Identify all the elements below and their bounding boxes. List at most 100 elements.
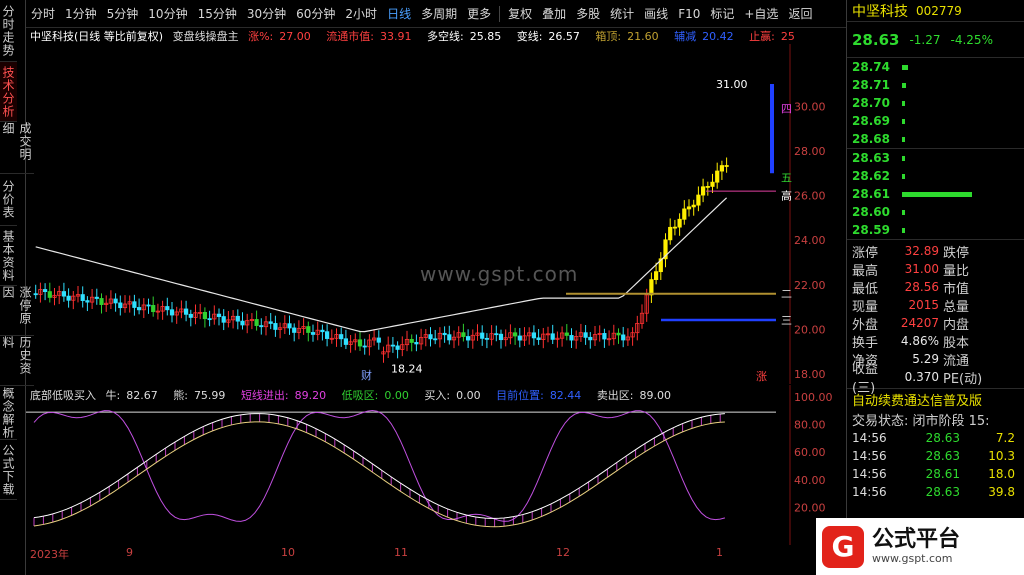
level-2-label: 二 [781, 288, 792, 301]
left-tab-7[interactable]: 概念解析 [0, 386, 17, 440]
candle-body [414, 342, 419, 345]
candle-body [480, 332, 485, 339]
candle-body [494, 333, 499, 336]
high-label: 高 [781, 189, 792, 203]
toolbar-separator [499, 5, 501, 22]
stat-value: 24207 [900, 316, 939, 330]
period-6[interactable]: 60分钟 [291, 5, 340, 22]
action-0[interactable]: 复权 [503, 5, 537, 22]
toolbar: 分时 1分钟 5分钟 10分钟 15分钟 30分钟 60分钟 2小时 日线 多周期 更多 复权 叠加 多股… [26, 0, 846, 28]
candle-body [42, 289, 48, 292]
candle-body [569, 335, 574, 341]
date-axis: 2023年 9 10 11 12 1 [26, 546, 816, 561]
stat-value: 5.29 [912, 352, 939, 366]
stock-name: 中坚科技 [852, 3, 908, 20]
left-tab-bar: 分时走势 技术分析 成交明细 分价表 基本资料 涨停原因 历史资料 概念解析 公式下载 [0, 0, 34, 575]
stat-key2: PE(动) [943, 371, 983, 387]
quote-panel: 中坚科技 002779 28.63 -1.27 -4.25% 28.74 28.7… [846, 0, 1024, 575]
formula-name[interactable]: 变盘线操盘主 [173, 30, 239, 43]
watermark: www.gspt.com [420, 262, 579, 286]
action-4[interactable]: 画线 [639, 5, 673, 22]
period-10[interactable]: 更多 [462, 5, 496, 22]
tick-row: 14:56 28.63 7.2 [847, 429, 1024, 447]
xd-label: 箱顶: [595, 30, 622, 43]
action-3[interactable]: 统计 [605, 5, 639, 22]
period-3[interactable]: 10分钟 [143, 5, 192, 22]
zy-value: 25 [780, 30, 795, 43]
candle-body [273, 323, 278, 330]
left-tab-4[interactable]: 基本资料 [0, 226, 17, 286]
main-candlestick-chart[interactable]: 30.00 28.00 26.00 24.00 22.00 20.00 18.00 31.00… [26, 44, 846, 384]
bids-price: 28.60 [852, 205, 890, 219]
tick-p: 28.61 [925, 467, 960, 481]
indicator-chart[interactable]: 100.00 80.00 60.00 40.00 20.00 [26, 385, 846, 545]
candle-body [602, 333, 607, 340]
bids-price: 28.62 [852, 169, 890, 183]
wave-5-label: 五 [781, 172, 792, 185]
quote-price-row: 28.63 -1.27 -4.25% [847, 22, 1024, 58]
stat-row: 外盘 24207 内盘 [847, 314, 1024, 333]
period-0[interactable]: 分时 [26, 5, 60, 22]
ad-banner[interactable]: 自动续费通达信普及版 [847, 389, 1024, 409]
date-label-1: 9 [126, 546, 133, 559]
bids-volume-bar [902, 227, 905, 233]
bids-row: 28.63 [847, 149, 1024, 167]
bx-value: 26.57 [548, 30, 580, 43]
period-4[interactable]: 15分钟 [193, 5, 242, 22]
short-term-line [33, 410, 726, 522]
period-1[interactable]: 1分钟 [60, 5, 102, 22]
logo-g-icon: G [822, 525, 864, 568]
price-change-pct: -4.25% [950, 32, 993, 47]
candle-body [310, 332, 316, 335]
tick-t: 14:56 [852, 467, 887, 481]
asks-price: 28.71 [852, 78, 890, 92]
tick-q: 10.3 [988, 449, 1015, 463]
stat-row: 最高 31.00 量比 [847, 260, 1024, 279]
stat-value: 2015 [908, 298, 939, 312]
asks-volume-bar [902, 118, 905, 124]
candle-body [207, 318, 212, 321]
period-7[interactable]: 2小时 [340, 5, 382, 22]
price-change: -1.27 [909, 32, 941, 47]
bx-label: 变线: [516, 30, 543, 43]
candle-body [324, 331, 330, 339]
date-label-5: 1 [716, 546, 723, 559]
candle-body [484, 337, 490, 340]
action-6[interactable]: 标记 [705, 5, 739, 22]
logo-url: www.gspt.com [872, 551, 953, 565]
candle-body [240, 320, 245, 326]
candle-body [188, 313, 193, 318]
bid-book: 28.63 28.62 28.61 28.60 28.59 [847, 149, 1024, 240]
period-9[interactable]: 多周期 [416, 5, 462, 22]
bids-volume-bar [902, 209, 905, 215]
main-info-line: 中坚科技(日线 等比前复权) 变盘线操盘主 涨%: 27.00 流通市值: 33.9… [30, 28, 845, 44]
action-5[interactable]: F10 [673, 7, 705, 21]
cai-marker: 财 [361, 368, 372, 382]
bids-row: 28.61 [847, 185, 1024, 203]
tick-p: 28.63 [925, 431, 960, 445]
action-8[interactable]: 返回 [783, 5, 817, 22]
action-1[interactable]: 叠加 [537, 5, 571, 22]
candle-body [343, 338, 349, 345]
tick-t: 14:56 [852, 431, 887, 445]
bids-price: 28.59 [852, 223, 890, 237]
zhang-label: 涨%: [248, 30, 274, 43]
left-tab-0[interactable]: 分时走势 [0, 0, 17, 62]
asks-volume-bar [902, 64, 908, 70]
period-5[interactable]: 30分钟 [242, 5, 291, 22]
asks-price: 28.70 [852, 96, 890, 110]
action-7[interactable]: +自选 [739, 5, 783, 22]
blue-marker-bar [770, 84, 774, 174]
left-tab-8[interactable]: 公式下载 [0, 440, 17, 500]
period-2[interactable]: 5分钟 [102, 5, 144, 22]
tick-row: 14:56 28.63 10.3 [847, 447, 1024, 465]
left-tab-3[interactable]: 分价表 [0, 174, 17, 226]
action-2[interactable]: 多股 [571, 5, 605, 22]
asks-price: 28.74 [852, 60, 890, 74]
period-8[interactable]: 日线 [382, 5, 416, 22]
left-tab-1[interactable]: 技术分析 [0, 62, 17, 122]
candle-body [390, 344, 396, 347]
candle-body [498, 333, 504, 341]
candle-body [447, 334, 452, 341]
candle-body [113, 298, 118, 304]
